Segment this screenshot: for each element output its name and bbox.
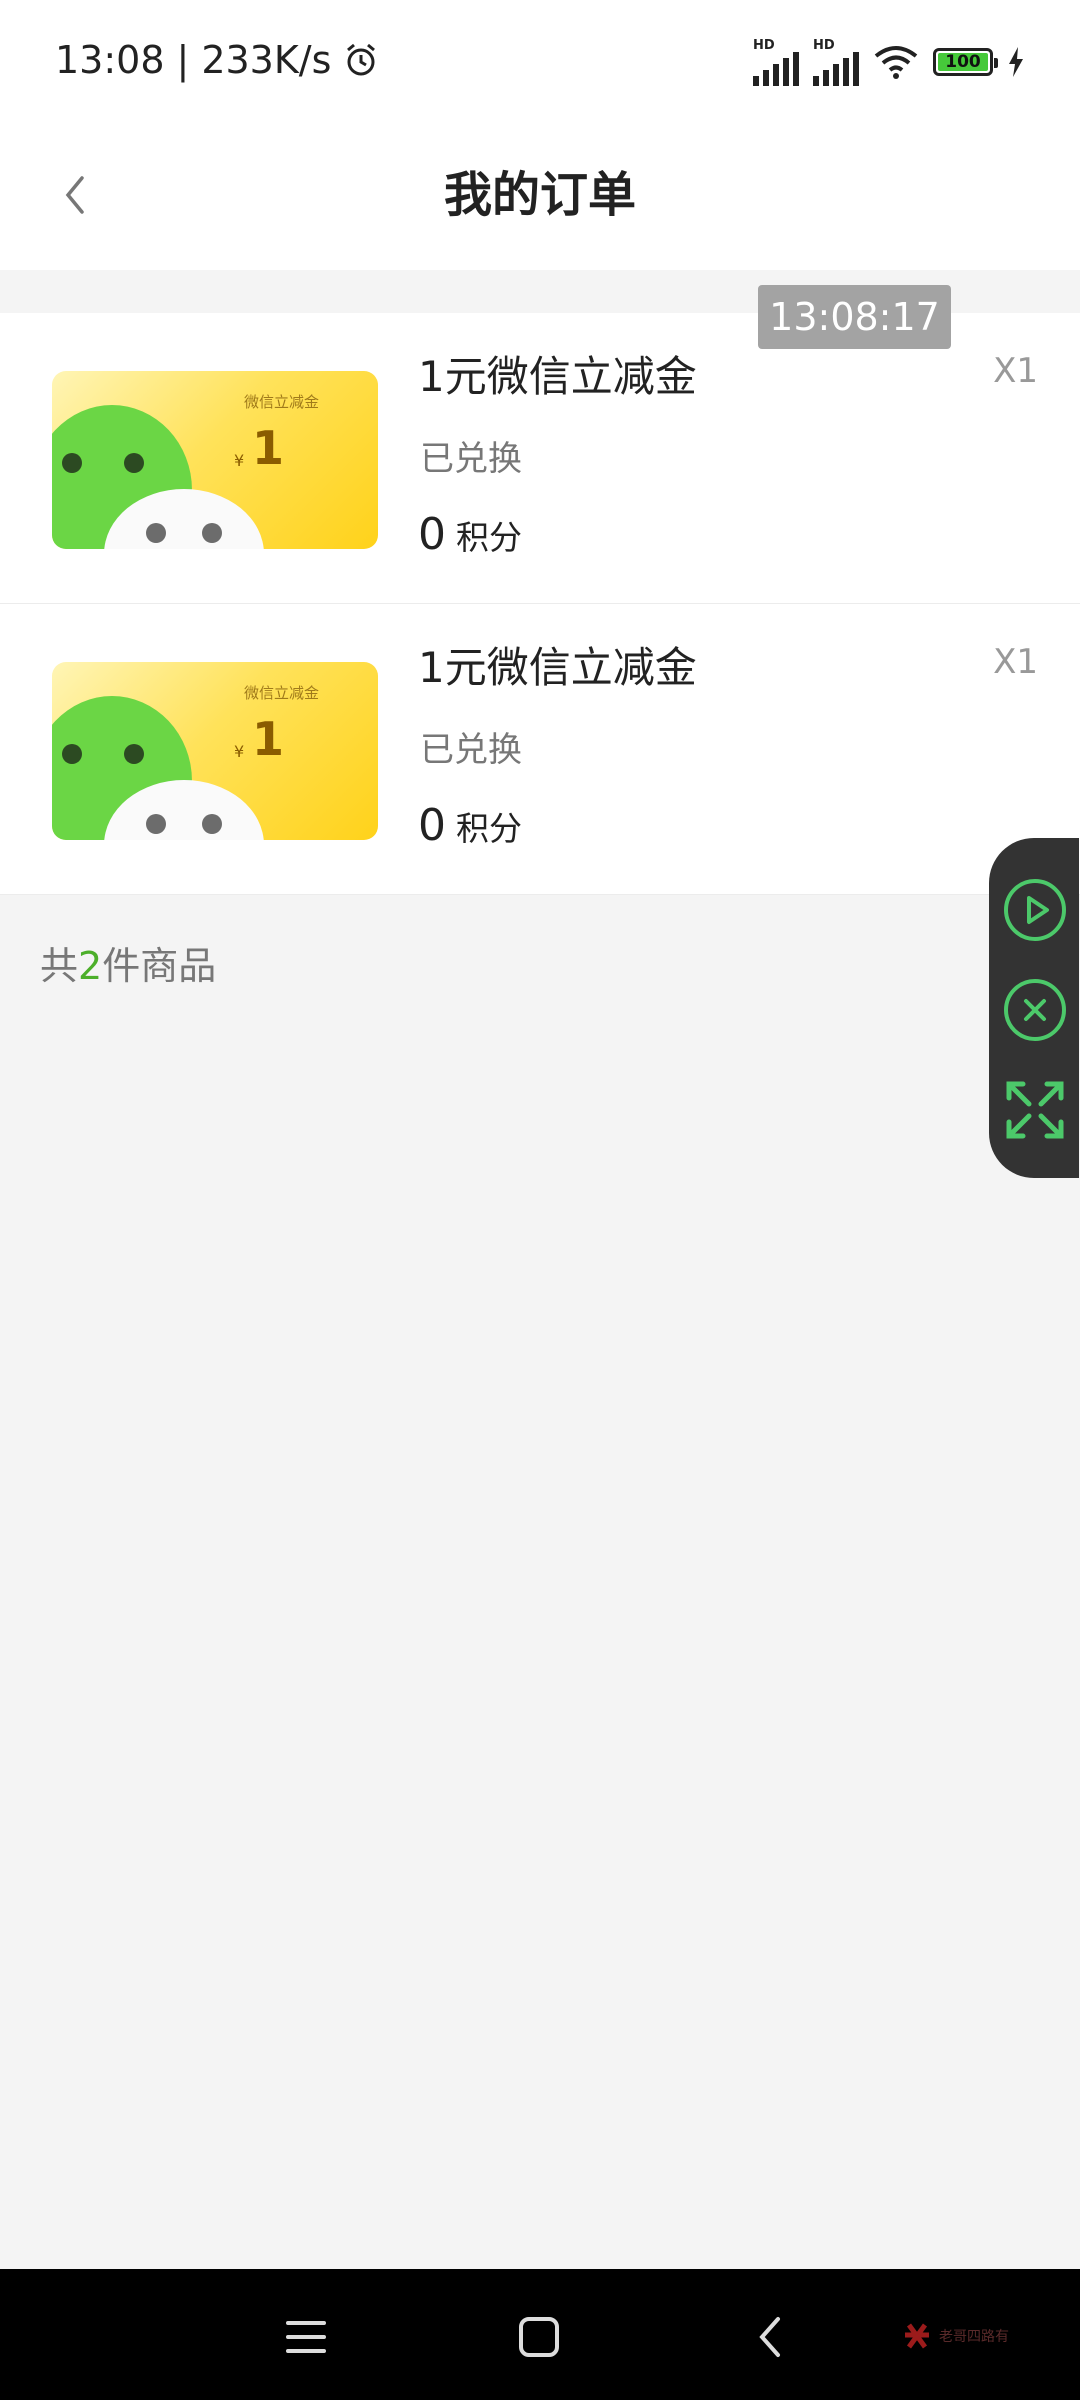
order-status: 已兑换 [420,730,522,770]
network-speed: 233K/s [201,38,332,82]
status-right: HD HD 100 [753,38,1025,86]
points: 0 积分 [418,800,522,851]
watermark-logo-icon [905,2323,929,2349]
play-button[interactable] [1003,878,1067,942]
page-title: 我的订单 [443,167,636,223]
order-item[interactable]: 微信立减金 ¥ 1 1元微信立减金 已兑换 0 积分 X1 [0,604,1080,895]
menu-icon [286,2321,326,2353]
product-thumbnail: 微信立减金 ¥ 1 [52,371,378,549]
order-item[interactable]: 微信立减金 ¥ 1 1元微信立减金 已兑换 0 积分 X1 [0,313,1080,604]
floating-control-panel [989,838,1079,1178]
nav-back-icon [759,2317,780,2357]
home-square-icon [519,2317,559,2357]
watermark: 老哥四路有 [903,2321,1009,2351]
order-list: 微信立减金 ¥ 1 1元微信立减金 已兑换 0 积分 X1 微信立减金 ¥ 1 1… [0,313,1080,895]
battery-icon: 100 [933,48,998,76]
points-unit: 积分 [456,809,522,848]
product-thumbnail: 微信立减金 ¥ 1 [52,662,378,840]
page-header: 我的订单 [0,125,1080,270]
status-left: 13:08 | 233K/s [55,38,379,82]
signal-1-icon: HD [753,38,799,86]
points-value: 0 [418,509,446,560]
expand-icon [1006,1081,1064,1139]
time-badge: 13:08:17 [758,285,951,349]
play-circle-icon [1004,879,1066,941]
signal-2-icon: HD [813,38,859,86]
points-unit: 积分 [456,518,522,557]
card-label: 微信立减金 [244,684,320,702]
card-yen: ¥ [234,451,245,470]
status-time: 13:08 [55,38,165,82]
status-bar: 13:08 | 233K/s HD HD 100 [0,0,1080,125]
watermark-text: 老哥四路有 [939,2329,1009,2345]
points: 0 积分 [418,509,522,560]
status-separator: | [176,38,190,82]
card-value: 1 [252,712,285,766]
system-nav-bar: 老哥四路有 [0,2269,1080,2400]
expand-button[interactable] [1003,1078,1067,1142]
order-status: 已兑换 [420,439,522,479]
close-circle-icon [1004,979,1066,1041]
product-name: 1元微信立减金 [418,643,697,692]
card-yen: ¥ [234,742,245,761]
menu-button[interactable] [276,2307,336,2367]
close-button[interactable] [1003,978,1067,1042]
card-value: 1 [252,421,285,475]
nav-back-button[interactable] [742,2307,802,2367]
charging-icon [1009,47,1023,77]
quantity: X1 [993,351,1038,391]
product-name: 1元微信立减金 [418,352,697,401]
quantity: X1 [993,642,1038,682]
alarm-icon [347,43,376,76]
wifi-icon [874,46,918,79]
home-button[interactable] [509,2307,569,2367]
card-label: 微信立减金 [244,393,320,411]
points-value: 0 [418,800,446,851]
item-count: 2 [78,944,103,988]
order-total-summary: 共2件商品 [40,944,217,988]
